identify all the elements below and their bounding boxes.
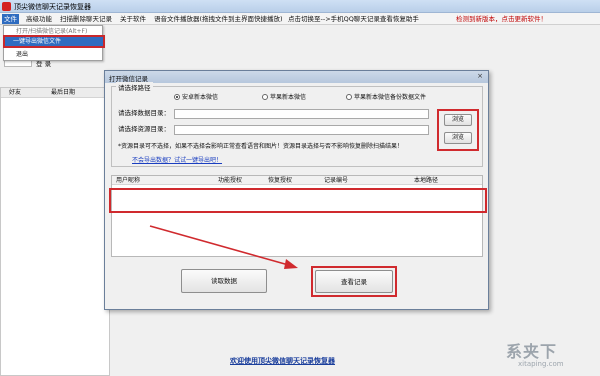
column-function-auth[interactable]: 功能授权 xyxy=(218,176,242,185)
path-group: 请选择路径 安卓新本微信 苹果新本微信 苹果新本微信备份数据文件 请选择数据目录… xyxy=(111,82,483,167)
data-dir-input[interactable] xyxy=(174,109,429,119)
welcome-link[interactable]: 欢迎使用顶尖微信聊天记录恢复器 xyxy=(230,356,335,366)
radio-iphone[interactable]: 苹果新本微信 xyxy=(262,94,306,102)
menu-file[interactable]: 文件 xyxy=(2,14,19,24)
radio-android-label: 安卓新本微信 xyxy=(182,94,219,101)
account-row-highlight[interactable] xyxy=(109,188,487,213)
column-record-id[interactable]: 记录编号 xyxy=(324,176,348,185)
view-records-button[interactable]: 查看记录 xyxy=(315,270,393,293)
resource-note: *资源目录可不选择，如果不选择会影响正常查看语音和图片！资源目录选择与否不影响恢… xyxy=(118,143,404,150)
account-list: 用户昵称 功能授权 恢复授权 记录编号 本地路径 xyxy=(109,175,487,257)
browse-resource-button[interactable]: 浏览 xyxy=(444,132,472,144)
radio-dot xyxy=(346,94,352,100)
menu-switch-qq[interactable]: 点击切换至-->手机QQ聊天记录查看恢复助手 xyxy=(286,14,421,24)
radio-dot-checked xyxy=(174,94,180,100)
radio-iphone-backup-label: 苹果新本微信备份数据文件 xyxy=(354,94,427,101)
data-dir-label: 请选择数据目录： xyxy=(118,109,170,117)
watermark-url: xitaping.com xyxy=(518,360,564,368)
menu-export-label: 一键导出微信文件 xyxy=(13,38,62,45)
friend-list-panel: 好友 最后日期 xyxy=(0,87,110,376)
title-bar: 顶尖微信聊天记录恢复器 xyxy=(0,0,600,13)
radio-iphone-label: 苹果新本微信 xyxy=(270,94,307,101)
account-list-header: 用户昵称 功能授权 恢复授权 记录编号 本地路径 xyxy=(112,176,482,185)
column-recovery-auth[interactable]: 恢复授权 xyxy=(268,176,292,185)
read-data-button[interactable]: 读取数据 xyxy=(181,269,267,293)
group-label: 请选择路径 xyxy=(116,82,153,92)
radio-dot xyxy=(262,94,268,100)
radio-android[interactable]: 安卓新本微信 xyxy=(174,94,218,102)
browse-data-button[interactable]: 浏览 xyxy=(444,114,472,126)
open-wechat-dialog: 打开微信记录 × 请选择路径 安卓新本微信 苹果新本微信 苹果新本微信备份数据文… xyxy=(104,70,489,310)
column-friend[interactable]: 好友 xyxy=(9,89,21,97)
menu-export-wechat[interactable]: 一键导出微信文件 xyxy=(3,35,105,48)
menu-scan-deleted[interactable]: 扫描删除聊天记录 xyxy=(58,14,114,24)
app-icon xyxy=(2,2,11,11)
menu-about[interactable]: 关于软件 xyxy=(118,14,148,24)
column-local-path[interactable]: 本地路径 xyxy=(414,176,438,185)
resource-dir-input[interactable] xyxy=(174,125,429,135)
one-click-export-link[interactable]: 不会导出数据？试试一键导出吧！ xyxy=(132,155,222,164)
column-last-date[interactable]: 最后日期 xyxy=(51,89,75,97)
menu-advanced[interactable]: 高级功能 xyxy=(24,14,54,24)
resource-dir-label: 请选择资源目录： xyxy=(118,125,170,133)
menu-update[interactable]: 检测到新版本，点击更新软件！ xyxy=(454,14,549,24)
column-nickname[interactable]: 用户昵称 xyxy=(116,176,140,185)
browse-highlight-box: 浏览 浏览 xyxy=(437,109,479,151)
site-watermark: 系夹下 xitaping.com xyxy=(498,336,596,372)
close-icon[interactable]: × xyxy=(475,72,485,81)
window-title: 顶尖微信聊天记录恢复器 xyxy=(14,3,91,11)
menu-bar: 文件 高级功能 扫描删除聊天记录 关于软件 语音文件播放器(拖拽文件到主界面快捷… xyxy=(0,13,600,25)
view-highlight-box: 查看记录 xyxy=(311,266,397,297)
menu-voice-player[interactable]: 语音文件播放器(拖拽文件到主界面快捷播放) xyxy=(152,14,285,24)
watermark-logo-text: 系夹下 xyxy=(506,342,558,361)
dialog-title-bar: 打开微信记录 × xyxy=(105,71,488,83)
friend-list-header: 好友 最后日期 xyxy=(1,88,109,98)
radio-iphone-backup[interactable]: 苹果新本微信备份数据文件 xyxy=(346,94,426,102)
menu-exit[interactable]: 退出 xyxy=(6,50,28,60)
